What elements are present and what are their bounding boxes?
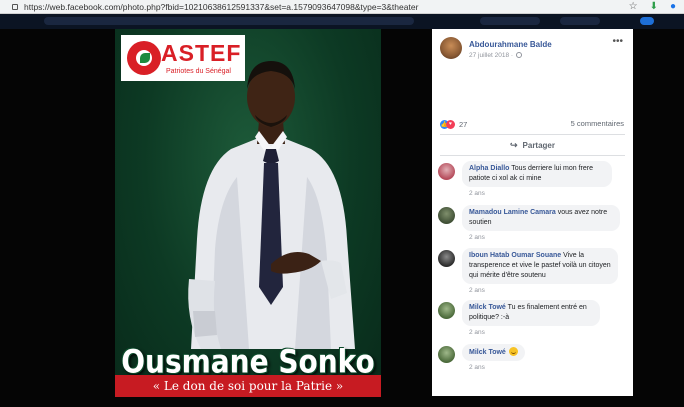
share-icon: ↪ bbox=[509, 139, 518, 150]
post-header: Abdourahmane Balde 27 juillet 2018 · ••• bbox=[432, 29, 633, 74]
commenter-name[interactable]: Alpha Diallo bbox=[469, 165, 509, 172]
post-photo[interactable]: ASTEF Patriotes du Sénégal Ousmane Sonko… bbox=[115, 29, 381, 397]
commenter-name[interactable]: Milck Towé bbox=[469, 349, 506, 356]
comment-time[interactable]: 2 ans bbox=[469, 234, 485, 241]
party-emblem-icon bbox=[127, 41, 161, 75]
comment-bubble: Iboun Hatab Oumar Souane Vive la transpe… bbox=[462, 248, 618, 284]
commenter-avatar[interactable] bbox=[438, 207, 455, 224]
reaction-count: 27 bbox=[459, 119, 468, 129]
profile-icon[interactable]: ● bbox=[670, 1, 676, 13]
commenter-avatar[interactable] bbox=[438, 250, 455, 267]
post-date: 27 juillet 2018 · bbox=[469, 52, 523, 59]
browser-toolbar-icons: ☆ ⬇ ● bbox=[629, 1, 676, 13]
comment-bubble: Alpha Diallo Tous derriere lui mon frere… bbox=[462, 161, 612, 187]
divider bbox=[440, 155, 625, 156]
reactions-summary[interactable]: 👍 ♥ 27 bbox=[440, 118, 467, 130]
post-side-panel: Abdourahmane Balde 27 juillet 2018 · •••… bbox=[432, 29, 633, 396]
facebook-nav-bar bbox=[0, 14, 684, 29]
comment-bubble: Mamadou Lamine Camara vous avez notre so… bbox=[462, 205, 620, 231]
slogan-banner: « Le don de soi pour la Patrie » bbox=[115, 375, 381, 397]
commenter-avatar[interactable] bbox=[438, 302, 455, 319]
nav-help-ghost bbox=[640, 17, 654, 25]
smile-emoji-icon bbox=[508, 347, 518, 356]
comment-time[interactable]: 2 ans bbox=[469, 329, 485, 336]
comment-bubble: Milck Towé Tu es finalement entré en pol… bbox=[462, 300, 600, 326]
commenter-avatar[interactable] bbox=[438, 163, 455, 180]
nav-home-ghost bbox=[560, 17, 600, 25]
globe-icon bbox=[516, 52, 523, 58]
comment-count-link[interactable]: 5 commentaires bbox=[571, 119, 624, 128]
divider bbox=[440, 134, 625, 135]
browser-address-bar: https://web.facebook.com/photo.php?fbid=… bbox=[0, 0, 684, 14]
share-button[interactable]: ↪ Partager bbox=[432, 137, 633, 153]
commenter-avatar[interactable] bbox=[438, 346, 455, 363]
star-icon[interactable]: ☆ bbox=[629, 1, 638, 13]
comment-time[interactable]: 2 ans bbox=[469, 287, 485, 294]
nav-profile-ghost bbox=[480, 17, 540, 25]
commenter-name[interactable]: Iboun Hatab Oumar Souane bbox=[469, 252, 561, 259]
extension-icon[interactable]: ⬇ bbox=[650, 1, 658, 13]
lock-icon bbox=[12, 3, 18, 10]
heart-icon: ♥ bbox=[446, 119, 455, 129]
comment-bubble: Milck Towé bbox=[462, 344, 525, 361]
comment-time[interactable]: 2 ans bbox=[469, 190, 485, 197]
share-label: Partager bbox=[522, 140, 555, 150]
candidate-portrait bbox=[188, 61, 355, 349]
nav-search-ghost bbox=[44, 17, 414, 25]
url-field[interactable]: https://web.facebook.com/photo.php?fbid=… bbox=[24, 2, 418, 12]
comment-time[interactable]: 2 ans bbox=[469, 364, 485, 371]
commenter-name[interactable]: Mamadou Lamine Camara bbox=[469, 209, 556, 216]
slogan-text: « Le don de soi pour la Patrie » bbox=[152, 379, 344, 393]
commenter-name[interactable]: Milck Towé bbox=[469, 304, 506, 311]
author-avatar[interactable] bbox=[440, 37, 462, 59]
author-name-link[interactable]: Abdourahmane Balde bbox=[469, 40, 552, 49]
more-options-icon[interactable]: ••• bbox=[612, 36, 623, 47]
